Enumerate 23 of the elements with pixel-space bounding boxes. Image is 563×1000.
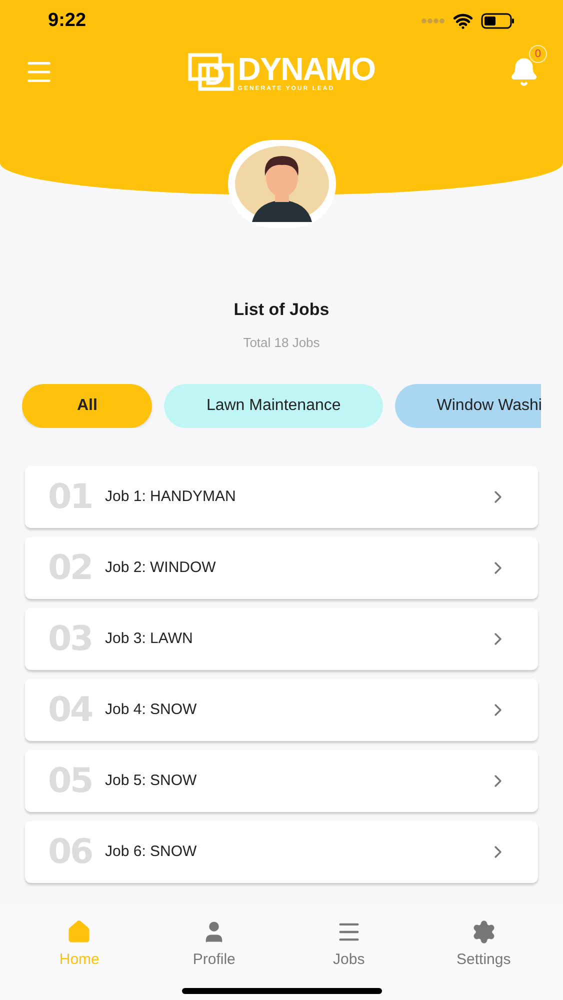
job-title: Job 4: SNOW xyxy=(105,700,198,720)
job-title: Job 5: SNOW xyxy=(105,770,198,791)
notification-badge: 0 xyxy=(528,45,547,63)
page-subtitle: Total 18 Jobs xyxy=(243,334,320,352)
job-title: Job 2: WINDOW xyxy=(105,558,217,578)
filter-chip[interactable]: All xyxy=(22,384,152,428)
notification-icon[interactable] xyxy=(508,57,539,87)
signal-icon xyxy=(421,18,445,24)
logo-name: DYNAMO xyxy=(238,52,376,86)
nav-tab[interactable]: Jobs xyxy=(298,919,399,972)
wifi-icon xyxy=(453,11,473,31)
home-icon xyxy=(66,919,92,945)
filter-chip[interactable]: Lawn Maintenance xyxy=(164,384,383,428)
nav-tab[interactable]: Settings xyxy=(434,919,534,972)
status-time: 9:22 xyxy=(48,8,86,33)
job-title: Job 1: HANDYMAN xyxy=(105,486,237,507)
page-title: List of Jobs xyxy=(234,299,330,321)
nav-tab[interactable]: Profile xyxy=(164,919,264,972)
filter-chip[interactable]: Window Washi xyxy=(394,384,541,428)
battery-icon xyxy=(481,13,515,29)
logo-icon xyxy=(188,53,234,91)
job-title: Job 6: SNOW xyxy=(105,842,198,862)
job-title: Job 3: LAWN xyxy=(105,628,194,649)
